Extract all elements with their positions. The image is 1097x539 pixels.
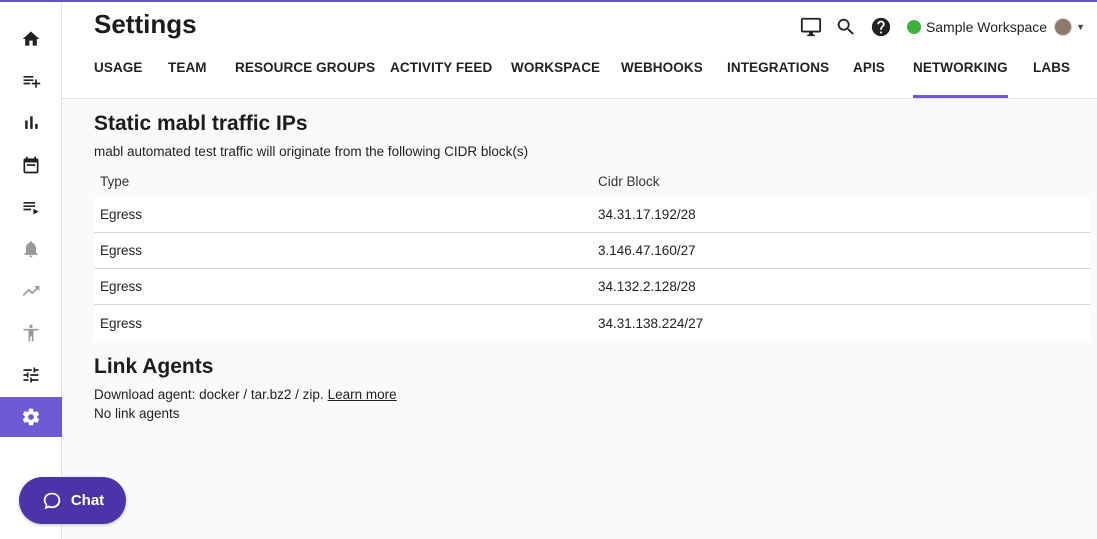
tab-activity-feed[interactable]: ACTIVITY FEED — [390, 60, 492, 98]
sidebar-item-notifications[interactable] — [0, 229, 62, 269]
bar-chart-icon — [25, 116, 38, 129]
sidebar-item-insights[interactable] — [0, 271, 62, 311]
gear-icon — [22, 408, 40, 426]
chat-button[interactable]: Chat — [19, 477, 126, 524]
chat-bubble-icon — [43, 492, 61, 509]
workspace-selector[interactable]: Sample Workspace ▼ — [906, 18, 1085, 36]
avatar — [1054, 18, 1073, 36]
sidebar-item-plans[interactable] — [0, 61, 62, 101]
table-row: Egress 3.146.47.160/27 — [94, 233, 1091, 269]
link-agents-heading: Link Agents — [94, 355, 214, 378]
sidebar-item-home[interactable] — [0, 19, 62, 59]
settings-tabs: USAGE TEAM RESOURCE GROUPS ACTIVITY FEED… — [94, 60, 1097, 98]
monitor-icon[interactable] — [800, 16, 822, 38]
sidebar-item-results[interactable] — [0, 103, 62, 143]
sidebar-item-tests[interactable] — [0, 187, 62, 227]
table-row: Egress 34.132.2.128/28 — [94, 269, 1091, 305]
main-content: Static mabl traffic IPs mabl automated t… — [94, 112, 1091, 421]
page-title: Settings — [94, 9, 197, 39]
tab-labs[interactable]: LABS — [1033, 60, 1070, 98]
download-agent-text: Download agent: docker / tar.bz2 / zip. L… — [94, 387, 1091, 402]
playlist-add-icon — [23, 76, 41, 88]
static-ips-heading: Static mabl traffic IPs — [94, 112, 308, 135]
no-link-agents-text: No link agents — [94, 406, 180, 421]
tab-networking[interactable]: NETWORKING — [913, 60, 1008, 98]
sidebar-item-schedule[interactable] — [0, 145, 62, 185]
home-icon — [22, 31, 40, 46]
column-header-type: Type — [100, 173, 130, 189]
table-row: Egress 34.31.138.224/27 — [94, 305, 1091, 341]
playlist-play-icon — [23, 202, 39, 215]
tab-workspace[interactable]: WORKSPACE — [511, 60, 600, 98]
cell-cidr: 34.132.2.128/28 — [598, 279, 696, 294]
tab-webhooks[interactable]: WEBHOOKS — [621, 60, 703, 98]
chevron-down-icon: ▼ — [1076, 22, 1085, 32]
header: Settings Sample Workspace ▼ USAGE TEAM R… — [62, 2, 1097, 99]
tune-icon — [23, 367, 39, 383]
tab-usage[interactable]: USAGE — [94, 60, 143, 98]
tab-apis[interactable]: APIS — [853, 60, 885, 98]
cell-type: Egress — [100, 315, 143, 331]
trending-up-icon — [22, 286, 40, 296]
table-row: Egress 34.31.17.192/28 — [94, 197, 1091, 233]
cidr-table: Type Cidr Block Egress 34.31.17.192/28 E… — [94, 165, 1091, 341]
chat-label: Chat — [70, 492, 105, 509]
download-agent-label: Download agent: docker / tar.bz2 / zip. — [94, 387, 324, 402]
accessibility-icon — [23, 324, 39, 342]
tab-integrations[interactable]: INTEGRATIONS — [727, 60, 829, 98]
learn-more-link[interactable]: Learn more — [328, 387, 397, 402]
tab-team[interactable]: TEAM — [168, 60, 207, 98]
cell-cidr: 3.146.47.160/27 — [598, 243, 696, 258]
sidebar-item-settings[interactable] — [0, 397, 62, 437]
cell-cidr: 34.31.138.224/27 — [598, 315, 704, 331]
search-icon[interactable] — [835, 16, 857, 38]
header-tools: Sample Workspace ▼ — [800, 16, 1085, 38]
workspace-name: Sample Workspace — [925, 19, 1048, 35]
sidebar-item-configuration[interactable] — [0, 355, 62, 395]
sidebar-item-accessibility[interactable] — [0, 313, 62, 353]
column-header-cidr: Cidr Block — [598, 173, 660, 189]
cell-type: Egress — [100, 243, 143, 258]
calendar-icon — [23, 156, 39, 174]
cell-type: Egress — [100, 207, 143, 222]
workspace-status-dot — [906, 20, 921, 34]
cell-type: Egress — [100, 279, 143, 294]
tab-resource-groups[interactable]: RESOURCE GROUPS — [235, 60, 375, 98]
table-header: Type Cidr Block — [94, 165, 1091, 197]
static-ips-description: mabl automated test traffic will origina… — [94, 144, 529, 159]
sidebar — [0, 2, 62, 539]
bell-icon — [24, 241, 38, 258]
cell-cidr: 34.31.17.192/28 — [598, 207, 696, 222]
help-icon[interactable] — [870, 16, 892, 38]
